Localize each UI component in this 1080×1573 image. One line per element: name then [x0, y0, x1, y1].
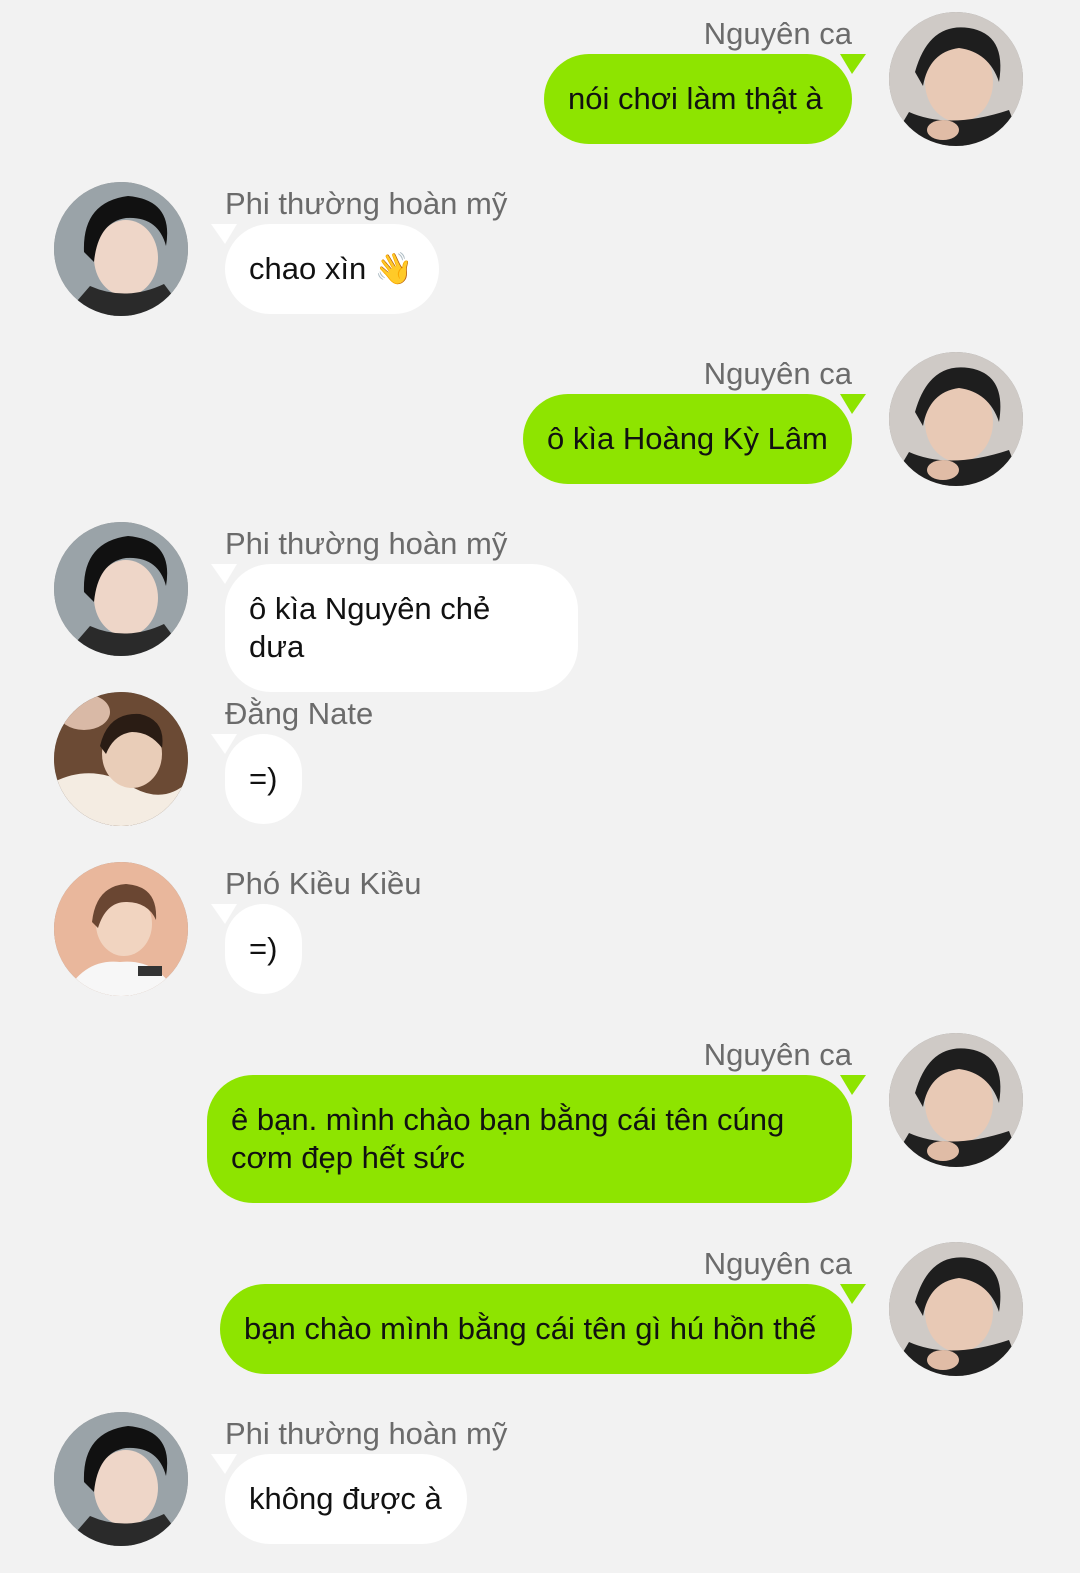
avatar[interactable]	[54, 692, 188, 826]
message-text: =)	[249, 761, 278, 796]
sender-name: Phi thường hoàn mỹ	[225, 526, 508, 561]
message-bubble[interactable]: ô kìa Nguyên chẻ dưa	[211, 564, 578, 692]
avatar[interactable]	[54, 522, 188, 656]
message-text: bạn chào mình bằng cái tên gì hú hồn thế	[244, 1311, 817, 1346]
message-text: chao xìn 👋	[249, 251, 414, 286]
sender-name: Phi thường hoàn mỹ	[225, 1416, 508, 1451]
sender-name: Đằng Nate	[225, 696, 374, 731]
message-bubble[interactable]: ô kìa Hoàng Kỳ Lâm	[523, 394, 866, 484]
message-bubble[interactable]: bạn chào mình bằng cái tên gì hú hồn thế	[220, 1284, 866, 1374]
message-text: ô kìa Hoàng Kỳ Lâm	[547, 421, 828, 456]
avatar[interactable]	[889, 12, 1023, 146]
message-bubble[interactable]: nói chơi làm thật à	[544, 54, 866, 144]
message-text: =)	[249, 931, 278, 966]
avatar[interactable]	[54, 1412, 188, 1546]
sender-name: Nguyên ca	[703, 1246, 852, 1281]
message-bubble[interactable]: chao xìn 👋	[211, 224, 439, 314]
chat-thread: Nguyên ca nói chơi làm thật à Phi thường…	[0, 0, 1080, 1573]
message-text: ô kìa Nguyên chẻ dưa	[249, 591, 499, 664]
avatar[interactable]	[54, 182, 188, 316]
message-text: ê bạn. mình chào bạn bằng cái tên cúng c…	[231, 1102, 785, 1175]
sender-name: Phó Kiều Kiều	[225, 866, 422, 901]
sender-name: Phi thường hoàn mỹ	[225, 186, 508, 221]
avatar[interactable]	[54, 862, 188, 996]
sender-name: Nguyên ca	[703, 1037, 852, 1072]
message-text: không được à	[249, 1481, 442, 1516]
message-text: nói chơi làm thật à	[568, 81, 823, 116]
sender-name: Nguyên ca	[703, 16, 852, 51]
message-bubble[interactable]: không được à	[211, 1454, 467, 1544]
message-bubble[interactable]: =)	[211, 904, 302, 994]
avatar[interactable]	[889, 352, 1023, 486]
message-bubble[interactable]: =)	[211, 734, 302, 824]
sender-name: Nguyên ca	[703, 356, 852, 391]
avatar[interactable]	[889, 1242, 1023, 1376]
message-bubble[interactable]: ê bạn. mình chào bạn bằng cái tên cúng c…	[207, 1075, 866, 1203]
avatar[interactable]	[889, 1033, 1023, 1167]
